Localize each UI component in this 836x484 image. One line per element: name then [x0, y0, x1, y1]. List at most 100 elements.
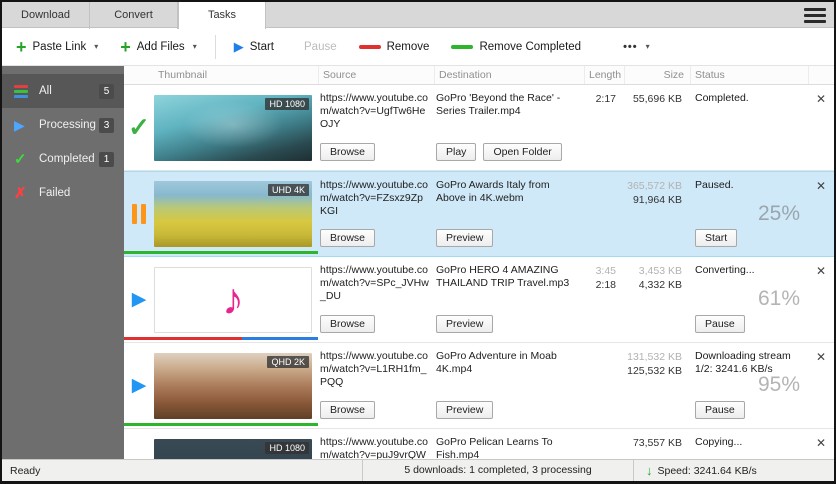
quality-badge: QHD 2K [267, 356, 309, 368]
menu-icon[interactable] [804, 8, 826, 26]
content-area: All 5 ▶ Processing 3 ✓ Completed 1 ✗ Fai… [2, 66, 834, 459]
length-total: 3:45 [584, 264, 616, 278]
check-icon: ✓ [14, 150, 32, 168]
close-icon[interactable]: ✕ [816, 264, 826, 278]
task-row-paused[interactable]: UHD 4K https://www.youtube.com/watch?v=F… [124, 171, 834, 257]
col-thumbnail[interactable]: Thumbnail [154, 66, 318, 84]
more-dots-icon: ••• [623, 41, 638, 53]
add-files-button[interactable]: + Add Files ▾ [112, 33, 204, 61]
remove-completed-label: Remove Completed [479, 41, 581, 53]
sidebar: All 5 ▶ Processing 3 ✓ Completed 1 ✗ Fai… [2, 66, 124, 459]
task-row-downloading[interactable]: ▶ QHD 2K https://www.youtube.com/watch?v… [124, 343, 834, 429]
close-icon[interactable]: ✕ [816, 436, 826, 450]
play-button[interactable]: Play [436, 143, 476, 161]
quality-badge: HD 1080 [265, 442, 309, 454]
col-state [124, 66, 154, 84]
all-tasks-icon [14, 84, 32, 99]
preview-button[interactable]: Preview [436, 401, 493, 419]
col-status[interactable]: Status [690, 66, 808, 84]
size-value: 73,557 KB [624, 436, 682, 450]
task-row-completed[interactable]: ✓ HD 1080 https://www.youtube.com/watch?… [124, 85, 834, 171]
count-badge: 1 [99, 152, 114, 167]
tab-download[interactable]: Download [2, 2, 90, 29]
pause-label: Pause [304, 41, 337, 53]
paste-link-button[interactable]: + Paste Link ▾ [8, 33, 106, 61]
processing-icon: ▶ [132, 288, 147, 311]
play-icon: ▶ [234, 39, 244, 55]
col-destination[interactable]: Destination [434, 66, 584, 84]
col-length[interactable]: Length [584, 66, 624, 84]
music-note-icon: ♪ [222, 278, 244, 322]
status-downloads-summary: 5 downloads: 1 completed, 3 processing [362, 460, 634, 481]
plus-icon: + [16, 38, 27, 56]
status-text: Downloading stream 1/2: 3241.6 KB/s [690, 343, 808, 376]
close-icon[interactable]: ✕ [816, 179, 826, 193]
video-thumbnail: QHD 2K [154, 353, 312, 419]
status-text: Copying... [690, 429, 808, 449]
destination-text: GoPro Pelican Learns To Fish.mp4 [436, 436, 579, 459]
remove-completed-icon [451, 45, 473, 49]
video-thumbnail: HD 1080 [154, 439, 312, 460]
progress-percent: 25% [758, 202, 800, 226]
destination-text: GoPro Awards Italy from Above in 4K.webm [436, 179, 579, 205]
browse-button[interactable]: Browse [320, 143, 375, 161]
size-done: 4,332 KB [624, 278, 682, 292]
tab-tasks[interactable]: Tasks [178, 2, 266, 29]
size-total: 3,453 KB [624, 264, 682, 278]
speed-text: Speed: 3241.64 KB/s [658, 465, 757, 477]
remove-completed-button[interactable]: Remove Completed [443, 33, 589, 61]
browse-button[interactable]: Browse [320, 315, 375, 333]
size-total: 365,572 KB [624, 179, 682, 193]
app-window: Download Convert Tasks + Paste Link ▾ + … [0, 0, 836, 484]
size-done: 91,964 KB [624, 193, 682, 207]
preview-button[interactable]: Preview [436, 315, 493, 333]
video-thumbnail: UHD 4K [154, 181, 312, 247]
sidebar-item-completed[interactable]: ✓ Completed 1 [2, 142, 124, 176]
progress-percent: 95% [758, 373, 800, 397]
pause-button: Pause [296, 33, 345, 61]
sidebar-item-all[interactable]: All 5 [2, 74, 124, 108]
close-icon[interactable]: ✕ [816, 92, 826, 106]
open-folder-button[interactable]: Open Folder [483, 143, 561, 161]
source-url: https://www.youtube.com/watch?v=L1RH1fm_… [320, 350, 429, 389]
pause-row-button[interactable]: Pause [695, 401, 745, 419]
start-row-button[interactable]: Start [695, 229, 737, 247]
size-total: 131,532 KB [624, 350, 682, 364]
add-files-label: Add Files [137, 41, 185, 53]
sidebar-item-label: Processing [39, 119, 96, 131]
remove-icon [359, 45, 381, 49]
source-url: https://www.youtube.com/watch?v=SPc_JVHw… [320, 264, 429, 303]
status-bar: Ready 5 downloads: 1 completed, 3 proces… [2, 459, 834, 481]
status-text: Completed. [690, 85, 808, 105]
task-row-converting[interactable]: ▶ ♪ https://www.youtube.com/watch?v=SPc_… [124, 257, 834, 343]
start-button[interactable]: ▶ Start [226, 33, 282, 61]
col-size[interactable]: Size [624, 66, 690, 84]
audio-thumbnail: ♪ [154, 267, 312, 333]
length-value: 2:17 [584, 92, 616, 106]
download-arrow-icon: ↓ [646, 463, 653, 478]
table-header: Thumbnail Source Destination Length Size… [124, 66, 834, 85]
chevron-down-icon[interactable]: ▾ [193, 42, 197, 51]
pause-row-button[interactable]: Pause [695, 315, 745, 333]
tab-convert[interactable]: Convert [90, 2, 178, 29]
col-source[interactable]: Source [318, 66, 434, 84]
failed-icon: ✗ [14, 184, 32, 202]
task-row-copying[interactable]: ▶ HD 1080 https://www.youtube.com/watch?… [124, 429, 834, 459]
progress-bar [124, 423, 318, 426]
completed-check-icon: ✓ [128, 112, 150, 143]
task-list: Thumbnail Source Destination Length Size… [124, 66, 834, 459]
source-url: https://www.youtube.com/watch?v=UgfTw6He… [320, 92, 429, 131]
progress-bar [124, 337, 318, 340]
browse-button[interactable]: Browse [320, 401, 375, 419]
preview-button[interactable]: Preview [436, 229, 493, 247]
sidebar-item-processing[interactable]: ▶ Processing 3 [2, 108, 124, 142]
status-text: Converting... [690, 257, 808, 277]
close-icon[interactable]: ✕ [816, 350, 826, 364]
remove-button[interactable]: Remove [351, 33, 438, 61]
browse-button[interactable]: Browse [320, 229, 375, 247]
sidebar-item-failed[interactable]: ✗ Failed [2, 176, 124, 210]
more-button[interactable]: ••• ▾ [615, 33, 658, 61]
col-close [808, 66, 834, 84]
chevron-down-icon[interactable]: ▾ [94, 42, 98, 51]
status-text: Paused. [690, 172, 808, 192]
